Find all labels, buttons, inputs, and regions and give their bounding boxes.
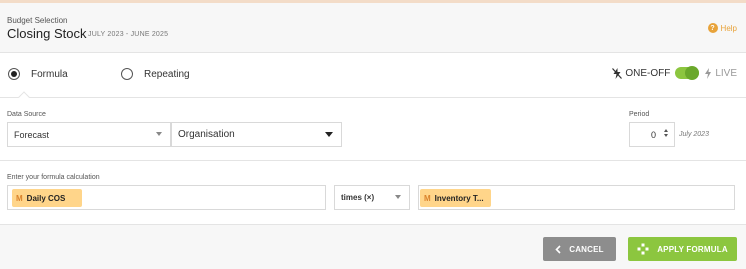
period-month: July 2023 bbox=[679, 131, 709, 138]
section-divider bbox=[0, 160, 746, 161]
formula-right-operand[interactable]: M Inventory T... bbox=[418, 185, 735, 210]
toggle-switch[interactable] bbox=[675, 66, 700, 80]
period-value: 0 bbox=[650, 129, 656, 140]
formula-left-operand[interactable]: M Daily COS bbox=[7, 185, 326, 210]
date-range: JULY 2023 - JUNE 2025 bbox=[88, 31, 169, 38]
radio-repeating-label: Repeating bbox=[144, 68, 190, 80]
decrement-icon[interactable] bbox=[664, 134, 668, 137]
footer: CANCEL APPLY FORMULA bbox=[0, 224, 746, 269]
left-operand-chip[interactable]: M Daily COS bbox=[12, 189, 82, 207]
active-tab-notch bbox=[18, 91, 30, 103]
data-source-select[interactable]: Forecast bbox=[7, 122, 171, 147]
radio-formula-circle bbox=[8, 68, 20, 80]
chevron-down-icon bbox=[156, 132, 162, 136]
radio-selected-dot bbox=[11, 71, 17, 77]
period-label: Period bbox=[629, 111, 650, 118]
cancel-label: CANCEL bbox=[569, 244, 604, 254]
live-label: LIVE bbox=[715, 67, 737, 79]
one-off-live-toggle[interactable]: ONE-OFF LIVE bbox=[612, 66, 737, 80]
radio-repeating-circle bbox=[121, 68, 133, 80]
formula-label: Enter your formula calculation bbox=[7, 174, 100, 181]
apply-formula-button[interactable]: APPLY FORMULA bbox=[628, 237, 737, 261]
left-chip-text: Daily COS bbox=[26, 193, 66, 203]
chevron-left-icon bbox=[555, 244, 561, 254]
right-chip-text: Inventory T... bbox=[434, 193, 484, 203]
data-source-value: Forecast bbox=[14, 129, 50, 140]
help-icon: ? bbox=[707, 23, 718, 33]
period-stepper[interactable]: 0 bbox=[629, 122, 675, 147]
live-option[interactable]: LIVE bbox=[704, 67, 737, 79]
stepper-arrows[interactable] bbox=[664, 129, 668, 137]
data-source-label: Data Source bbox=[7, 111, 46, 118]
radio-formula-label: Formula bbox=[31, 68, 68, 80]
caret-down-icon bbox=[325, 132, 333, 137]
header-subtitle: Budget Selection bbox=[7, 16, 68, 25]
page-title: Closing Stock bbox=[7, 26, 87, 41]
chevron-down-icon bbox=[395, 195, 401, 199]
help-label: Help bbox=[720, 23, 737, 33]
header: Budget Selection Closing Stock JULY 2023… bbox=[0, 3, 746, 53]
one-off-label: ONE-OFF bbox=[625, 67, 671, 79]
flash-off-icon bbox=[612, 67, 623, 79]
radio-repeating[interactable]: Repeating bbox=[121, 68, 190, 80]
metric-badge: M bbox=[16, 193, 23, 203]
flash-icon bbox=[705, 67, 712, 79]
move-arrows-icon bbox=[637, 243, 649, 255]
operator-select[interactable]: times (×) bbox=[334, 185, 410, 210]
operator-value: times (×) bbox=[341, 193, 375, 202]
entity-select[interactable]: Organisation bbox=[171, 122, 342, 147]
right-operand-chip[interactable]: M Inventory T... bbox=[420, 189, 491, 207]
apply-formula-label: APPLY FORMULA bbox=[657, 244, 728, 254]
metric-badge: M bbox=[424, 193, 431, 203]
mode-row: Formula Repeating ONE-OFF LIVE bbox=[0, 54, 746, 103]
help-link[interactable]: ? Help bbox=[707, 23, 737, 33]
toggle-knob bbox=[685, 66, 700, 80]
increment-icon[interactable] bbox=[664, 129, 668, 132]
cancel-button[interactable]: CANCEL bbox=[543, 237, 616, 261]
entity-value: Organisation bbox=[178, 129, 235, 140]
radio-formula[interactable]: Formula bbox=[8, 68, 68, 80]
one-off-option[interactable]: ONE-OFF bbox=[612, 67, 671, 79]
